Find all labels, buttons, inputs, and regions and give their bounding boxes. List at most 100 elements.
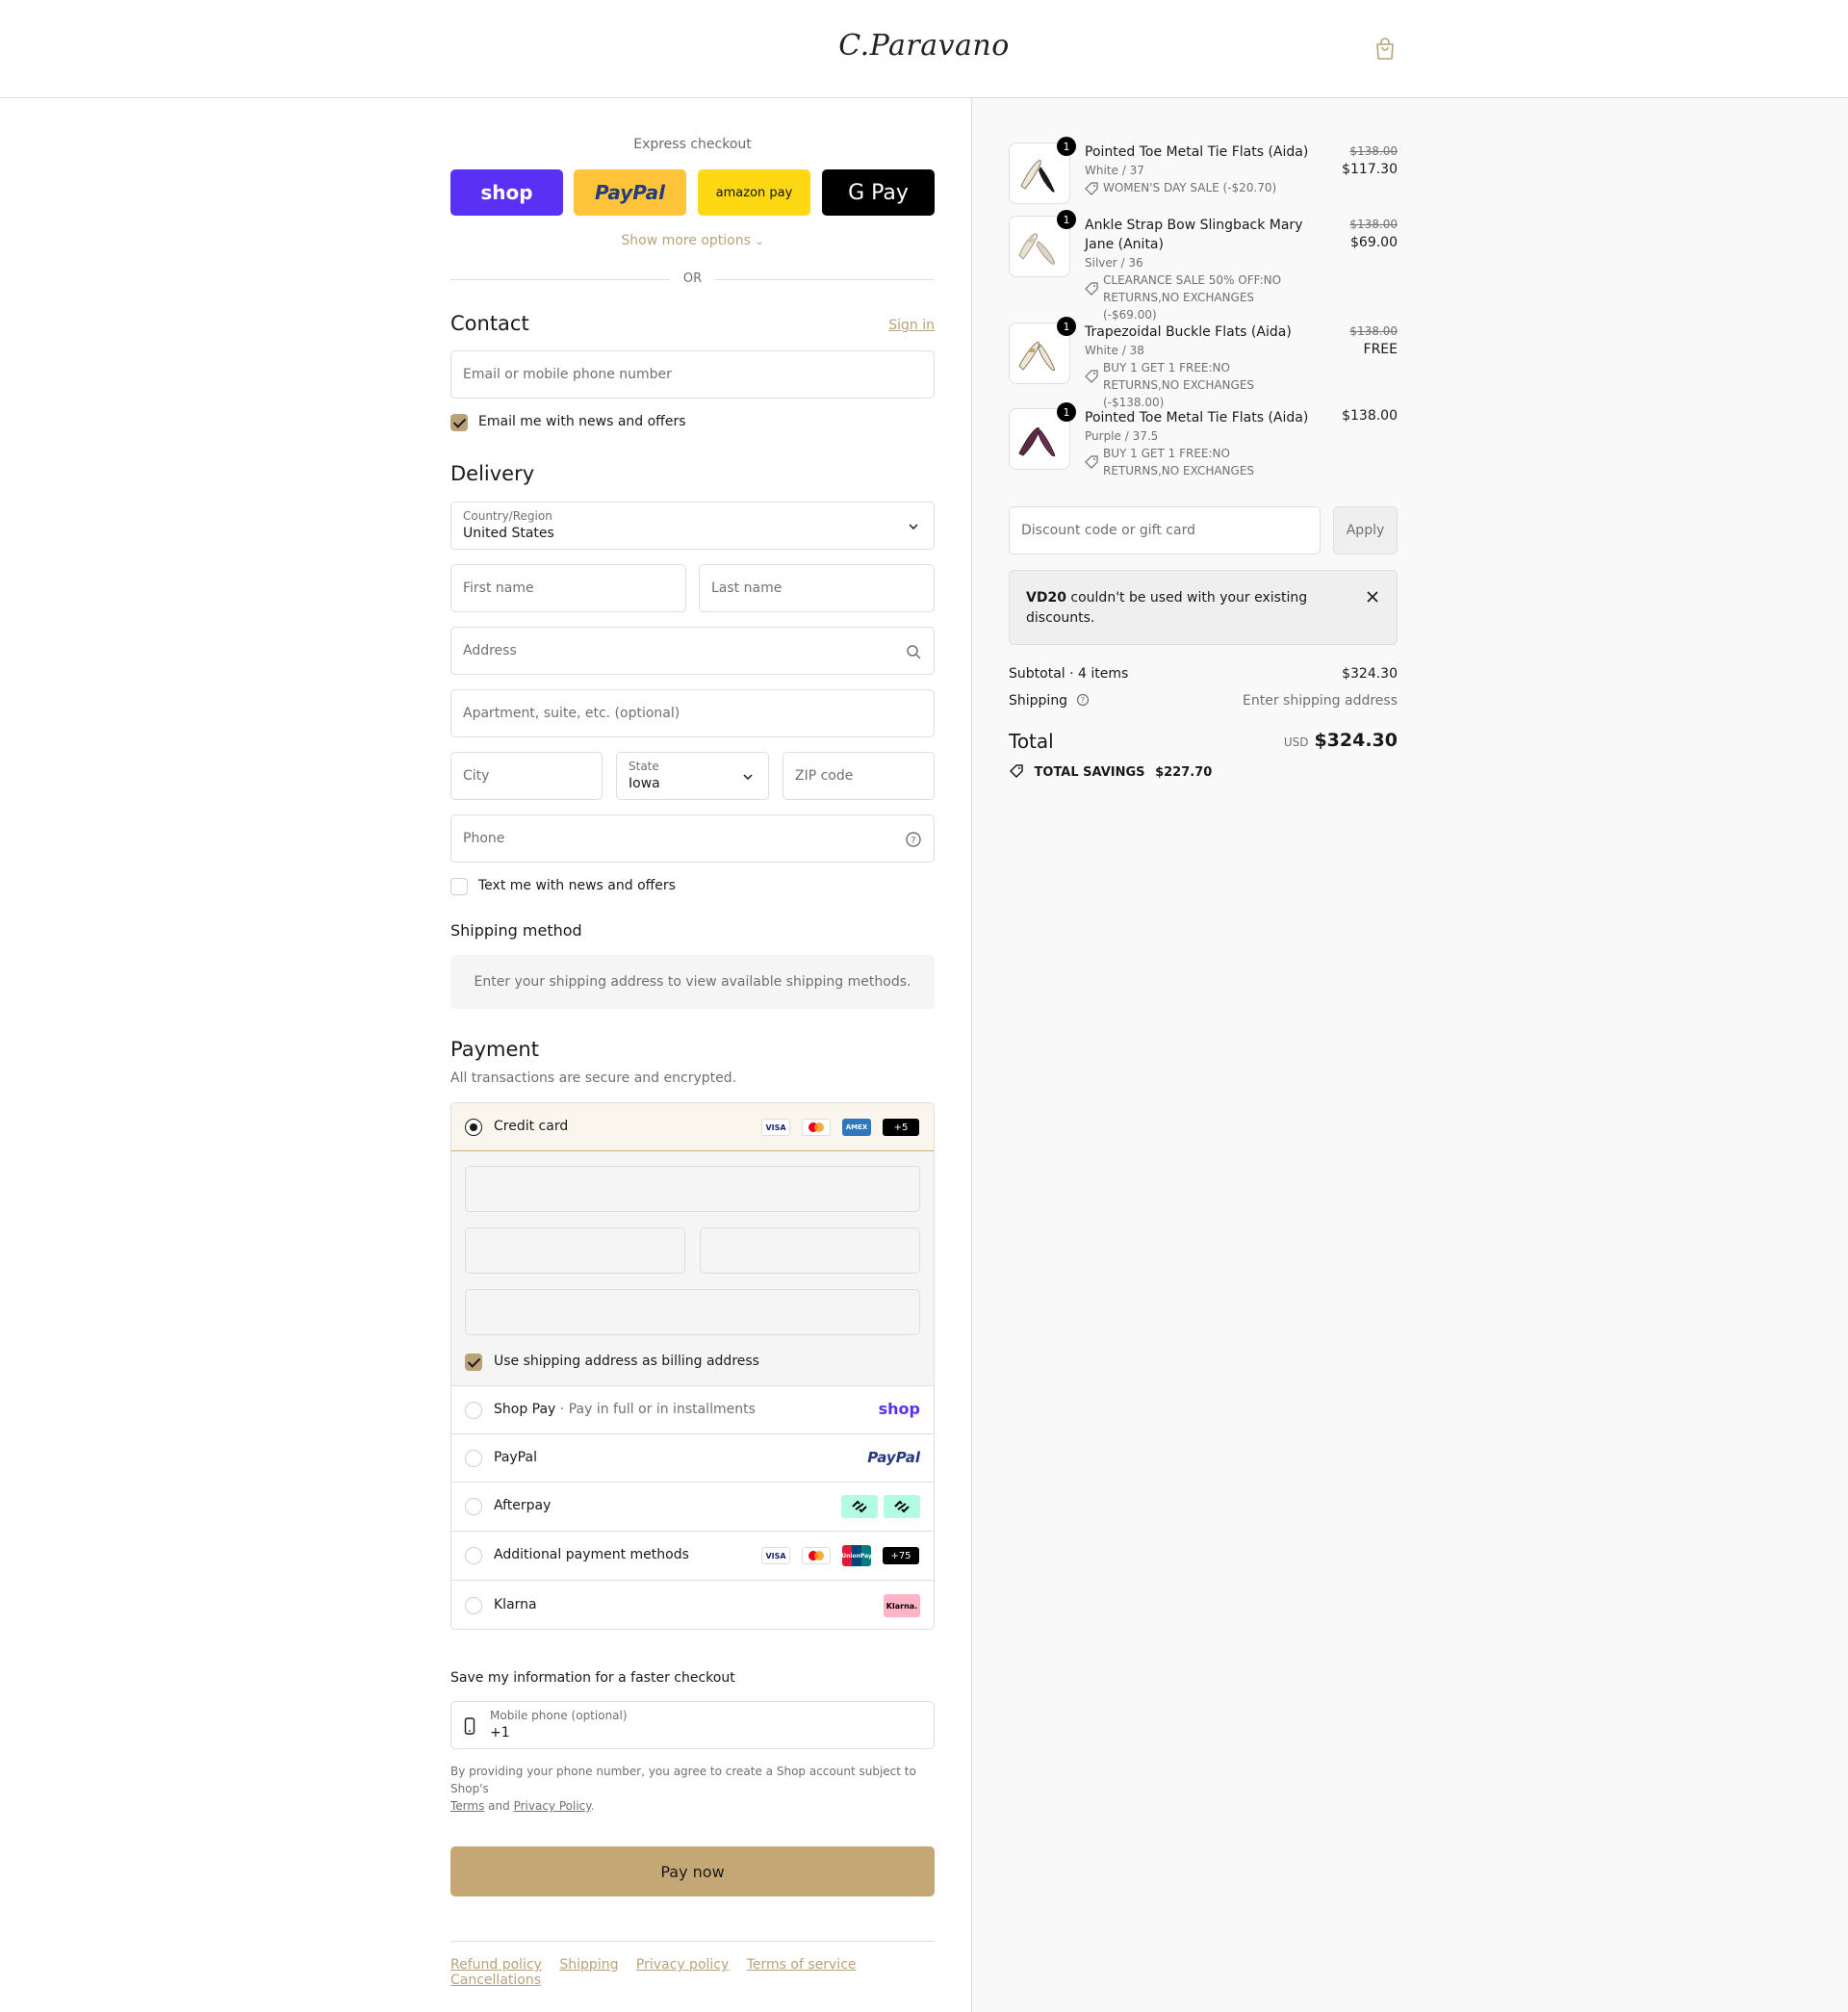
shopping-bag-icon[interactable] <box>1374 37 1396 62</box>
afterpay-radio[interactable] <box>465 1498 482 1515</box>
payment-option-klarna[interactable]: Klarna Klarna. <box>451 1580 934 1629</box>
footer-link-refund-policy[interactable]: Refund policy <box>450 1957 542 1973</box>
shipping-label: Shipping <box>1009 693 1068 709</box>
last-name-placeholder: Last name <box>711 580 783 596</box>
original-price: $138.00 <box>1349 218 1398 231</box>
tag-icon <box>1085 282 1098 296</box>
shop-pay-express-button[interactable]: shop <box>450 169 563 216</box>
discount-error-message: VD20 couldn't be used with your existing… <box>1026 588 1315 629</box>
address-field[interactable]: Address <box>450 627 935 675</box>
payment-option-afterpay[interactable]: Afterpay <box>451 1482 934 1531</box>
email-news-label: Email me with news and offers <box>478 414 686 429</box>
email-field[interactable]: Email or mobile phone number <box>450 350 935 399</box>
show-more-label: Show more options <box>621 233 751 248</box>
afterpay-icon <box>884 1495 920 1518</box>
item-discount: CLEARANCE SALE 50% OFF:NO RETURNS,NO EXC… <box>1085 271 1306 323</box>
store-logo[interactable]: C.Paravano <box>0 29 1848 63</box>
item-price: $138.00 <box>1342 408 1398 424</box>
state-select[interactable]: State Iowa <box>616 752 769 800</box>
pay-now-button[interactable]: Pay now <box>450 1846 935 1896</box>
savings-value: $227.70 <box>1155 765 1213 780</box>
shop-pay-logo: shop <box>878 1400 920 1418</box>
city-field[interactable]: City <box>450 752 603 800</box>
item-price: FREE <box>1363 342 1398 357</box>
shipping-method-notice: Enter your shipping address to view avai… <box>450 955 935 1009</box>
google-pay-express-button[interactable]: G Pay <box>822 169 935 216</box>
quantity-badge: 1 <box>1057 137 1076 156</box>
or-label: OR <box>682 271 703 286</box>
zip-field[interactable]: ZIP code <box>783 752 935 800</box>
city-placeholder: City <box>463 768 490 784</box>
discount-code-field[interactable]: Discount code or gift card <box>1009 506 1321 555</box>
first-name-field[interactable]: First name <box>450 564 686 612</box>
credit-card-radio[interactable] <box>465 1119 482 1136</box>
credit-card-label: Credit card <box>494 1119 569 1134</box>
quantity-badge: 1 <box>1057 317 1076 336</box>
paypal-express-button[interactable]: PayPal <box>574 169 686 216</box>
card-number-field[interactable] <box>465 1166 920 1212</box>
shop-pay-extra: Pay in full or in installments <box>568 1402 756 1417</box>
paypal-logo: PayPal <box>867 1449 920 1466</box>
privacy-policy-link[interactable]: Privacy Policy <box>514 1799 591 1813</box>
apartment-field[interactable]: Apartment, suite, etc. (optional) <box>450 689 935 737</box>
svg-text:?: ? <box>1080 696 1084 705</box>
original-price: $138.00 <box>1349 144 1398 158</box>
payment-option-credit-card[interactable]: Credit card VISA AMEX +5 <box>451 1103 934 1151</box>
total-row: Total USD $324.30 <box>1009 730 1398 759</box>
email-news-checkbox[interactable] <box>450 414 468 431</box>
search-icon <box>907 645 921 659</box>
footer-link-privacy-policy[interactable]: Privacy policy <box>636 1957 729 1973</box>
mobile-phone-value: +1 <box>490 1725 510 1741</box>
text-news-checkbox[interactable] <box>450 878 468 895</box>
afterpay-icon <box>841 1495 878 1518</box>
footer-link-shipping[interactable]: Shipping <box>559 1957 618 1973</box>
country-select[interactable]: Country/Region United States <box>450 502 935 550</box>
legal-text: By providing your phone number, you agre… <box>450 1765 916 1795</box>
last-name-field[interactable]: Last name <box>699 564 935 612</box>
item-discount: BUY 1 GET 1 FREE:NO RETURNS,NO EXCHANGES <box>1085 445 1306 479</box>
apartment-placeholder: Apartment, suite, etc. (optional) <box>463 706 680 721</box>
payment-option-additional[interactable]: Additional payment methods VISA UnionPay… <box>451 1531 934 1580</box>
item-variant: White / 37 <box>1085 164 1144 177</box>
klarna-radio[interactable] <box>465 1597 482 1614</box>
phone-field[interactable]: Phone ? <box>450 814 935 863</box>
subtotal-value: $324.30 <box>1342 666 1398 682</box>
item-variant: Purple / 37.5 <box>1085 429 1159 443</box>
legal-and: and <box>488 1799 510 1813</box>
amazon-pay-express-button[interactable]: amazon pay <box>698 169 810 216</box>
shop-pay-radio[interactable] <box>465 1402 482 1419</box>
shop-pay-name: Shop Pay <box>494 1402 556 1417</box>
security-code-field[interactable] <box>700 1227 920 1274</box>
payment-subtitle: All transactions are secure and encrypte… <box>450 1070 737 1086</box>
terms-link[interactable]: Terms <box>450 1799 484 1813</box>
zip-placeholder: ZIP code <box>795 768 854 784</box>
afterpay-label: Afterpay <box>494 1498 552 1513</box>
billing-address-checkbox[interactable] <box>465 1354 482 1371</box>
or-divider: OR <box>450 270 935 289</box>
additional-label: Additional payment methods <box>494 1547 689 1562</box>
close-icon[interactable] <box>1366 590 1379 604</box>
additional-radio[interactable] <box>465 1547 482 1564</box>
footer-link-terms-of-service[interactable]: Terms of service <box>747 1957 857 1973</box>
show-more-options-link[interactable]: Show more options ⌄ <box>450 233 935 248</box>
footer-link-cancellations[interactable]: Cancellations <box>450 1973 541 1988</box>
item-discount: WOMEN'S DAY SALE (-$20.70) <box>1085 179 1306 196</box>
total-savings-row: TOTAL SAVINGS $227.70 <box>1009 763 1398 780</box>
phone-placeholder: Phone <box>463 831 505 846</box>
paypal-radio[interactable] <box>465 1450 482 1467</box>
original-price: $138.00 <box>1349 324 1398 338</box>
total-amount: USD $324.30 <box>1284 730 1398 751</box>
text-news-label: Text me with news and offers <box>478 878 676 893</box>
help-icon[interactable]: ? <box>1076 693 1090 707</box>
mobile-phone-field[interactable]: Mobile phone (optional) +1 <box>450 1701 935 1749</box>
item-name: Trapezoidal Buckle Flats (Aida) <box>1085 324 1292 340</box>
klarna-label: Klarna <box>494 1597 537 1612</box>
payment-option-paypal[interactable]: PayPal PayPal <box>451 1433 934 1482</box>
sign-in-link[interactable]: Sign in <box>888 318 935 333</box>
expiration-field[interactable] <box>465 1227 685 1274</box>
payment-option-shop-pay[interactable]: Shop Pay · Pay in full or in installment… <box>451 1385 934 1433</box>
help-icon[interactable]: ? <box>905 831 922 848</box>
shipping-method-title: Shipping method <box>450 921 582 940</box>
apply-discount-button[interactable]: Apply <box>1333 506 1398 555</box>
name-on-card-field[interactable] <box>465 1289 920 1335</box>
